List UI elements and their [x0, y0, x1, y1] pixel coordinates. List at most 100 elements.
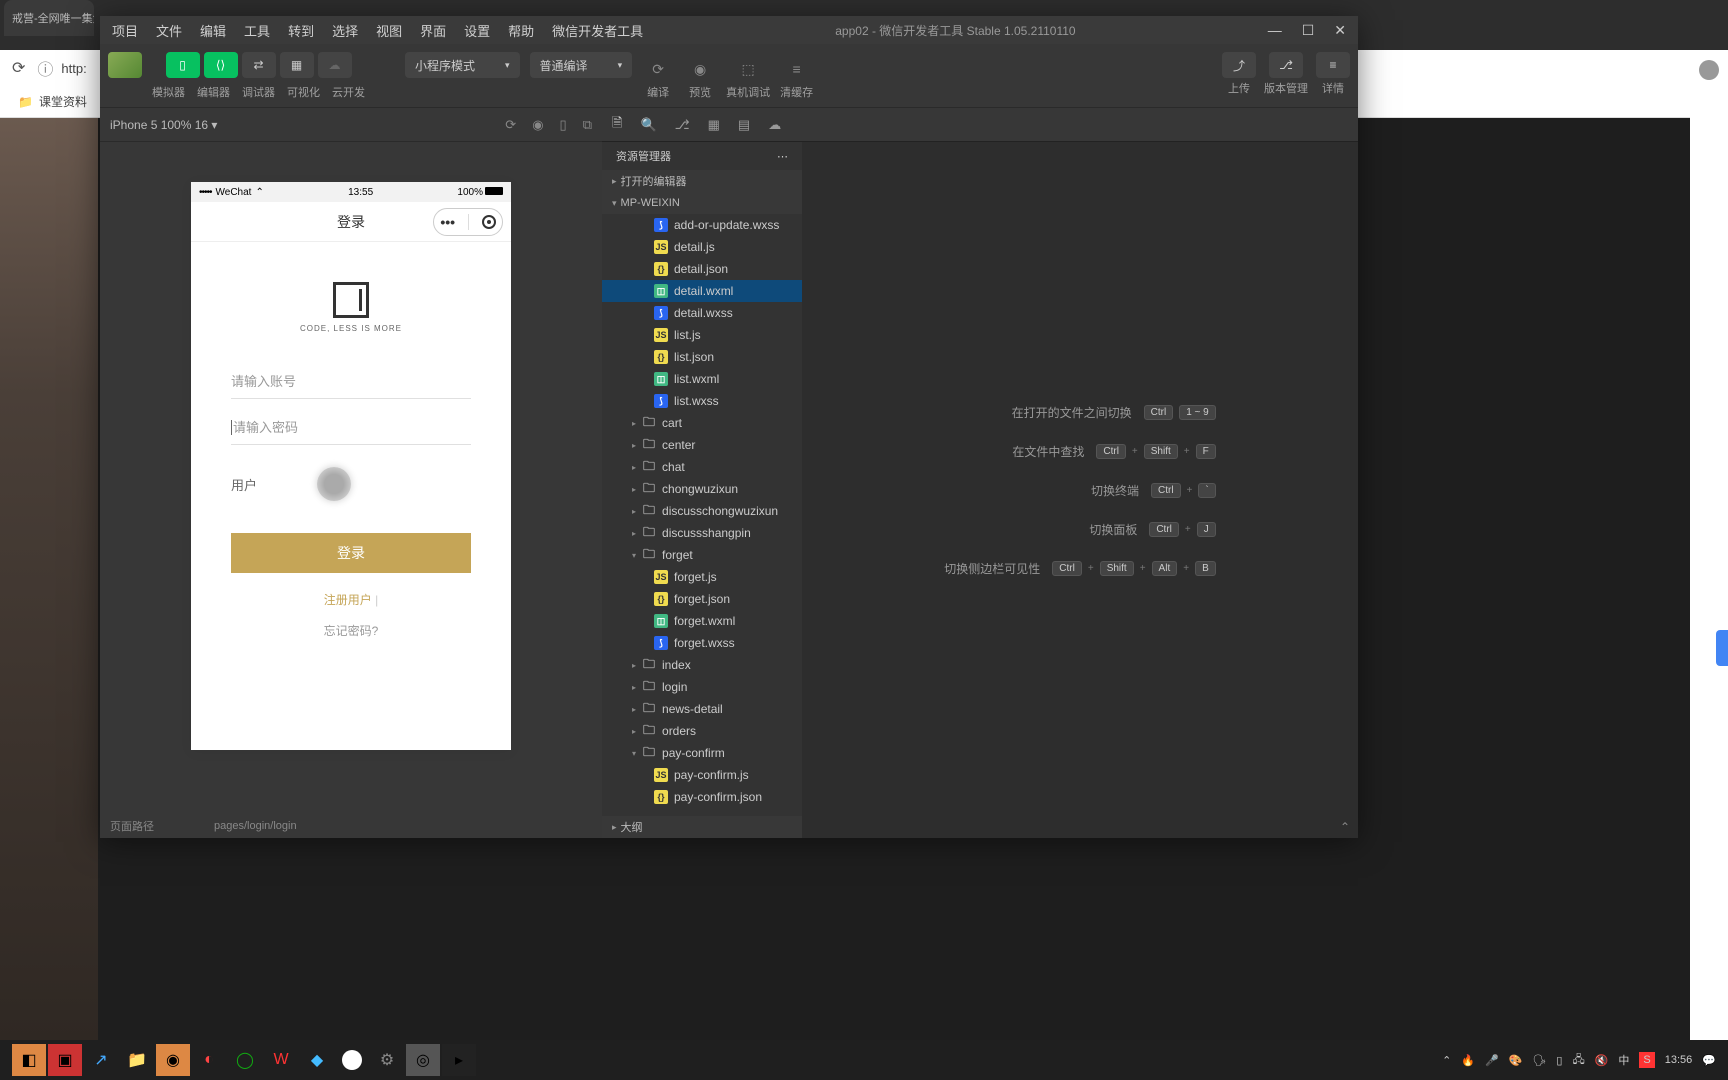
search-icon[interactable]: 🔍	[640, 117, 656, 133]
simulator-button[interactable]: ▯	[166, 52, 200, 78]
file-item[interactable]: ⟆detail.wxss	[602, 302, 802, 324]
file-item[interactable]: JSforget.js	[602, 566, 802, 588]
forgot-link[interactable]: 忘记密码?	[324, 622, 379, 639]
clear-cache-icon[interactable]: ≡	[781, 56, 813, 82]
ime-indicator[interactable]: 中	[1618, 1052, 1629, 1068]
file-item[interactable]: ◫forget.wxml	[602, 610, 802, 632]
taskbar-app-icon[interactable]	[342, 1050, 362, 1070]
outline-section[interactable]: ▸大纲	[602, 816, 802, 838]
folder-item[interactable]: ▸🗀login	[602, 676, 802, 698]
folder-item[interactable]: ▾🗀forget	[602, 544, 802, 566]
menu-item[interactable]: 设置	[464, 21, 490, 40]
menu-item[interactable]: 帮助	[508, 21, 534, 40]
capsule-button[interactable]: •••	[433, 208, 503, 236]
tray-icon[interactable]: 🗣	[1532, 1054, 1546, 1067]
tray-icon[interactable]: 🔥	[1461, 1054, 1475, 1067]
explorer-icon[interactable]: 🗎	[612, 114, 622, 136]
folder-item[interactable]: ▸🗀cart	[602, 412, 802, 434]
collapse-icon[interactable]: ⌃	[1340, 820, 1350, 834]
avatar-button[interactable]	[108, 52, 142, 78]
folder-item[interactable]: ▾🗀pay-confirm	[602, 742, 802, 764]
cloud-button[interactable]: ☁	[318, 52, 352, 78]
menu-item[interactable]: 转到	[288, 21, 314, 40]
compile-dropdown[interactable]: 普通编译▾	[530, 52, 633, 78]
record-icon[interactable]: ◉	[532, 117, 543, 133]
folder-item[interactable]: ▸🗀discusschongwuzixun	[602, 500, 802, 522]
rotate-icon[interactable]: ⟳	[505, 117, 516, 133]
tray-icon[interactable]: 🎨	[1509, 1054, 1523, 1067]
version-button[interactable]: ⎇	[1269, 52, 1303, 78]
db-icon[interactable]: ▤	[738, 117, 750, 133]
menu-item[interactable]: 微信开发者工具	[552, 21, 643, 40]
editor-button[interactable]: ⟨⟩	[204, 52, 238, 78]
browser-tab[interactable]: 戒营-全网唯一集免费	[4, 0, 94, 36]
tray-icon[interactable]: ▯	[1556, 1054, 1562, 1067]
file-item[interactable]: {}detail.json	[602, 258, 802, 280]
device-selector[interactable]: iPhone 5 100% 16 ▾	[110, 118, 505, 132]
tray-icon[interactable]: S	[1639, 1052, 1654, 1068]
more-icon[interactable]: ⋯	[777, 150, 788, 163]
taskbar-app-icon[interactable]: W	[264, 1044, 298, 1076]
project-section[interactable]: ▾MP-WEIXIN	[602, 192, 802, 214]
notification-icon[interactable]: 💬	[1702, 1054, 1716, 1067]
menu-item[interactable]: 选择	[332, 21, 358, 40]
phone-icon[interactable]: ▯	[560, 117, 567, 133]
folder-item[interactable]: ▸🗀news-detail	[602, 698, 802, 720]
open-editors-section[interactable]: ▸打开的编辑器	[602, 170, 802, 192]
taskbar-app-icon[interactable]: ⚙	[370, 1044, 404, 1076]
folder-item[interactable]: ▸🗀center	[602, 434, 802, 456]
tray-icon[interactable]: 🖧	[1572, 1051, 1584, 1070]
close-icon[interactable]: ✕	[1334, 22, 1346, 39]
file-item[interactable]: JSdetail.js	[602, 236, 802, 258]
menu-item[interactable]: 工具	[244, 21, 270, 40]
tray-icon[interactable]: 🔇	[1595, 1054, 1609, 1067]
side-panel-icon[interactable]	[1716, 630, 1728, 666]
visual-button[interactable]: ▦	[280, 52, 314, 78]
upload-button[interactable]: ⤴	[1222, 52, 1256, 78]
profile-avatar-icon[interactable]	[1699, 60, 1719, 80]
compile-icon[interactable]: ⟳	[642, 56, 674, 82]
taskbar-app-icon[interactable]: ◯	[228, 1044, 262, 1076]
detail-button[interactable]: ≡	[1316, 52, 1350, 78]
taskbar-app-icon[interactable]: ↗	[84, 1044, 118, 1076]
reload-icon[interactable]: ⟳	[12, 58, 25, 78]
menu-item[interactable]: 视图	[376, 21, 402, 40]
taskbar-app-icon[interactable]: ▣	[48, 1044, 82, 1076]
taskbar-app-icon[interactable]: ◎	[406, 1044, 440, 1076]
tray-icon[interactable]: ⌃	[1442, 1054, 1451, 1067]
ext-icon[interactable]: ▦	[708, 117, 720, 133]
file-item[interactable]: ◫list.wxml	[602, 368, 802, 390]
login-button[interactable]: 登录	[231, 533, 471, 573]
preview-icon[interactable]: ◉	[684, 56, 716, 82]
mode-dropdown[interactable]: 小程序模式▾	[405, 52, 520, 78]
file-item[interactable]: JSpay-confirm.js	[602, 764, 802, 786]
file-item[interactable]: JSlist.js	[602, 324, 802, 346]
password-input[interactable]: 请输入密码	[231, 409, 471, 445]
taskbar-app-icon[interactable]: ◆	[300, 1044, 334, 1076]
file-item[interactable]: ⟆add-or-update.wxss	[602, 214, 802, 236]
file-item[interactable]: {}pay-confirm.json	[602, 786, 802, 808]
folder-item[interactable]: ▸🗀orders	[602, 720, 802, 742]
menu-dots-icon[interactable]: •••	[440, 214, 455, 230]
file-item[interactable]: ⟆forget.wxss	[602, 632, 802, 654]
username-input[interactable]: 请输入账号	[231, 363, 471, 399]
bookmark-item[interactable]: 课堂资料	[39, 93, 87, 110]
popout-icon[interactable]: ⧉	[583, 117, 592, 133]
close-ring-icon[interactable]	[482, 215, 496, 229]
folder-item[interactable]: ▸🗀chat	[602, 456, 802, 478]
taskbar-app-icon[interactable]: ◉	[156, 1044, 190, 1076]
debugger-button[interactable]: ⇄	[242, 52, 276, 78]
file-item[interactable]: ⟆list.wxss	[602, 390, 802, 412]
register-link[interactable]: 注册用户	[324, 593, 372, 607]
file-item[interactable]: {}list.json	[602, 346, 802, 368]
remote-debug-icon[interactable]: ⬚	[732, 56, 764, 82]
folder-item[interactable]: ▸🗀index	[602, 654, 802, 676]
file-item[interactable]: {}forget.json	[602, 588, 802, 610]
taskbar-app-icon[interactable]: ◧	[12, 1044, 46, 1076]
cloud-icon[interactable]: ☁	[768, 117, 781, 133]
taskbar-app-icon[interactable]: ◐	[192, 1044, 226, 1076]
git-icon[interactable]: ⎇	[675, 117, 690, 133]
file-item[interactable]: ◫detail.wxml	[602, 280, 802, 302]
menu-item[interactable]: 界面	[420, 21, 446, 40]
maximize-icon[interactable]: ☐	[1302, 22, 1315, 39]
